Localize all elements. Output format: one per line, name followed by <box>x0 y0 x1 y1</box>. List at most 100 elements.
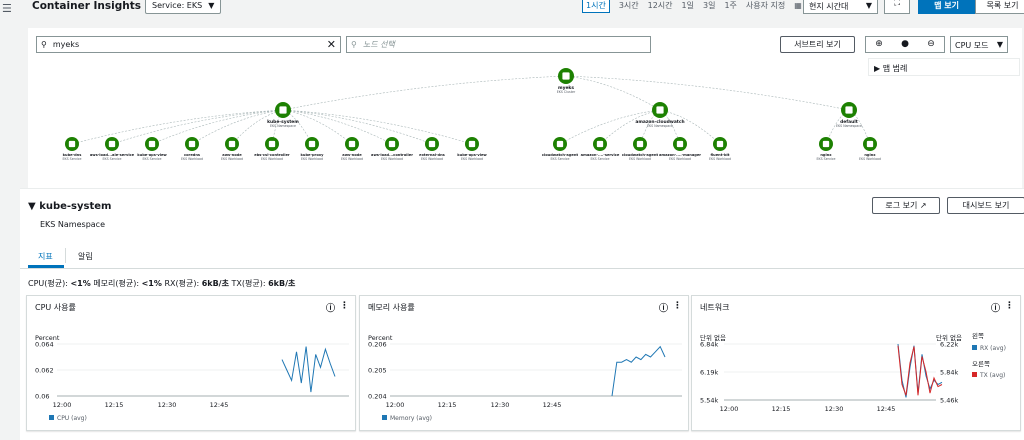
node-type: EKS Service <box>143 157 162 161</box>
more-options-icon[interactable]: ⋮ <box>1005 301 1014 311</box>
time-range-3[interactable]: 1일 <box>682 0 694 11</box>
search-input[interactable]: ⚲ myeks ✕ <box>36 36 341 53</box>
summary-label: RX(평균): <box>164 279 202 288</box>
resource-node[interactable]: cloudwatch-agentEKS Workload <box>622 137 659 161</box>
fullscreen-icon: ⛶ <box>893 0 901 8</box>
view-logs-button[interactable]: 로그 보기 ↗ <box>872 197 940 214</box>
namespace-node[interactable]: kube-systemEKS Namespace <box>267 102 299 128</box>
y-tick-label: 0.06 <box>35 393 49 401</box>
time-range-5[interactable]: 1주 <box>724 0 736 11</box>
resource-node[interactable]: kube-dnsEKS Service <box>63 137 82 161</box>
node-icon <box>676 140 684 148</box>
time-range-4[interactable]: 3일 <box>703 0 715 11</box>
more-options-icon[interactable]: ⋮ <box>673 301 682 311</box>
resource-node[interactable]: aws-load...ale-serviceEKS Service <box>90 137 135 161</box>
node-type: EKS Namespace <box>647 124 673 128</box>
resource-node[interactable]: ebs-csi-controllerEKS Workload <box>254 137 290 161</box>
metric-summary: CPU(평균): <1% 메모리(평균): <1% RX(평균): 6kB/초 … <box>28 278 295 289</box>
cluster-node[interactable]: myeksEKS Cluster <box>557 68 576 94</box>
resource-node[interactable]: aws-nodeEKS Workload <box>341 137 363 161</box>
chart-title: CPU 사용률 <box>35 303 76 312</box>
node-icon <box>845 106 853 114</box>
resource-node[interactable]: kube-ops-viewEKS Service <box>137 137 167 161</box>
hamburger-icon[interactable]: ☰ <box>2 2 14 15</box>
namespace-node[interactable]: defaultEKS Namespace <box>836 102 862 128</box>
node-icon <box>636 140 644 148</box>
zoom-out-icon[interactable]: ⊖ <box>918 37 944 52</box>
service-select[interactable]: Service: EKS ▼ <box>145 0 222 14</box>
legend-label: RX (avg) <box>980 345 1006 352</box>
fullscreen-button[interactable]: ⛶ <box>884 0 910 14</box>
resource-node[interactable]: nginxEKS Workload <box>859 137 881 161</box>
node-icon <box>562 72 570 80</box>
node-icon <box>148 140 156 148</box>
node-type: EKS Namespace <box>270 124 296 128</box>
memory-chart: Percent0.2060.2050.20412:00 12:15 12:30 12:… <box>368 334 682 422</box>
node-icon <box>228 140 236 148</box>
resource-node[interactable]: fluent-bitEKS Workload <box>709 137 731 161</box>
node-type: EKS Workload <box>301 157 323 161</box>
view-dashboard-button[interactable]: 대시보드 보기 <box>947 197 1024 214</box>
resource-node[interactable]: amazon-....-managerEKS Workload <box>659 137 701 161</box>
legend-swatch <box>972 372 977 377</box>
time-range-0[interactable]: 1시간 <box>582 0 610 13</box>
caret-down-icon: ▼ <box>865 1 872 10</box>
resource-node[interactable]: corednsEKS Workload <box>181 137 203 161</box>
calendar-icon[interactable]: ▦ <box>794 1 802 10</box>
x-tick-label: 12:30 <box>825 405 844 413</box>
x-tick-label: 12:00 <box>720 405 739 413</box>
map-edge <box>282 75 567 111</box>
resource-node[interactable]: cloudwatch-agentEKS Service <box>542 137 579 161</box>
cpu-chart: Percent0.0640.0620.0612:00 12:15 12:30 12:4… <box>35 334 349 422</box>
info-icon[interactable]: ⓘ <box>991 301 1000 314</box>
namespace-detail-panel: ▼ kube-system EKS Namespace 로그 보기 ↗ 대시보드… <box>20 188 1024 440</box>
y-tick-label: 0.062 <box>35 367 54 375</box>
namespace-type: EKS Namespace <box>40 220 105 229</box>
legend-swatch <box>49 415 54 420</box>
info-icon[interactable]: ⓘ <box>326 301 335 314</box>
x-tick-label: 12:45 <box>210 401 229 409</box>
namespace-title[interactable]: ▼ kube-system <box>28 201 111 212</box>
node-type: EKS Workload <box>381 157 403 161</box>
cluster-map: myeks EKS Cluster kube-system EKS Namespace… <box>28 28 1022 188</box>
zoom-reset-button[interactable]: ● <box>892 37 918 52</box>
node-type: EKS Service <box>591 157 610 161</box>
resource-node[interactable]: nginxEKS Service <box>817 137 836 161</box>
node-type: EKS Service <box>817 157 836 161</box>
node-type: EKS Workload <box>709 157 731 161</box>
node-type: EKS Workload <box>181 157 203 161</box>
zoom-in-icon[interactable]: ⊕ <box>866 37 892 52</box>
subtree-button[interactable]: 서브트리 보기 <box>780 36 855 53</box>
summary-value: 6kB/초 <box>268 279 296 288</box>
info-icon[interactable]: ⓘ <box>659 301 668 314</box>
map-edge <box>282 109 393 145</box>
node-select-input[interactable]: ⚲ 노드 선택 <box>346 36 651 53</box>
cpu-mode-select[interactable]: CPU 모드 ▼ <box>950 36 1008 53</box>
resource-node[interactable]: kube-ops-viewEKS Workload <box>457 137 487 161</box>
list-view-button[interactable]: 목록 보기 <box>975 0 1024 14</box>
y-tick-label: 0.204 <box>368 393 387 401</box>
resource-node[interactable]: aws-nodeEKS Workload <box>221 137 243 161</box>
node-icon <box>348 140 356 148</box>
header: Container Insights Service: EKS ▼ 1시간 3시간 1… <box>20 0 1024 18</box>
node-type: EKS Workload <box>421 157 443 161</box>
resource-node[interactable]: aws-load...controllerEKS Workload <box>371 137 413 161</box>
map-edge <box>559 109 661 145</box>
time-range-1[interactable]: 3시간 <box>619 0 639 11</box>
resource-node[interactable]: kube-proxyEKS Workload <box>301 137 325 161</box>
external-link-icon: ↗ <box>919 201 927 210</box>
time-range-2[interactable]: 12시간 <box>648 0 673 11</box>
more-options-icon[interactable]: ⋮ <box>340 301 349 311</box>
clear-icon[interactable]: ✕ <box>327 38 336 51</box>
tab-divider <box>65 248 66 263</box>
resource-node[interactable]: amazon-....-serviceEKS Service <box>581 137 620 161</box>
timezone-select[interactable]: 현지 시간대 ▼ <box>803 0 878 14</box>
map-view-button[interactable]: 맵 보기 <box>918 0 975 14</box>
tab-alarms[interactable]: 알림 <box>78 251 93 262</box>
caret-right-icon: ▶ <box>874 64 881 73</box>
tab-metrics[interactable]: 지표 <box>38 251 53 262</box>
map-legend-toggle[interactable]: ▶ 맵 범례 <box>868 58 1020 76</box>
node-type: EKS Service <box>63 157 82 161</box>
series-line <box>611 345 666 397</box>
time-range-6[interactable]: 사용자 지정 <box>746 0 785 11</box>
